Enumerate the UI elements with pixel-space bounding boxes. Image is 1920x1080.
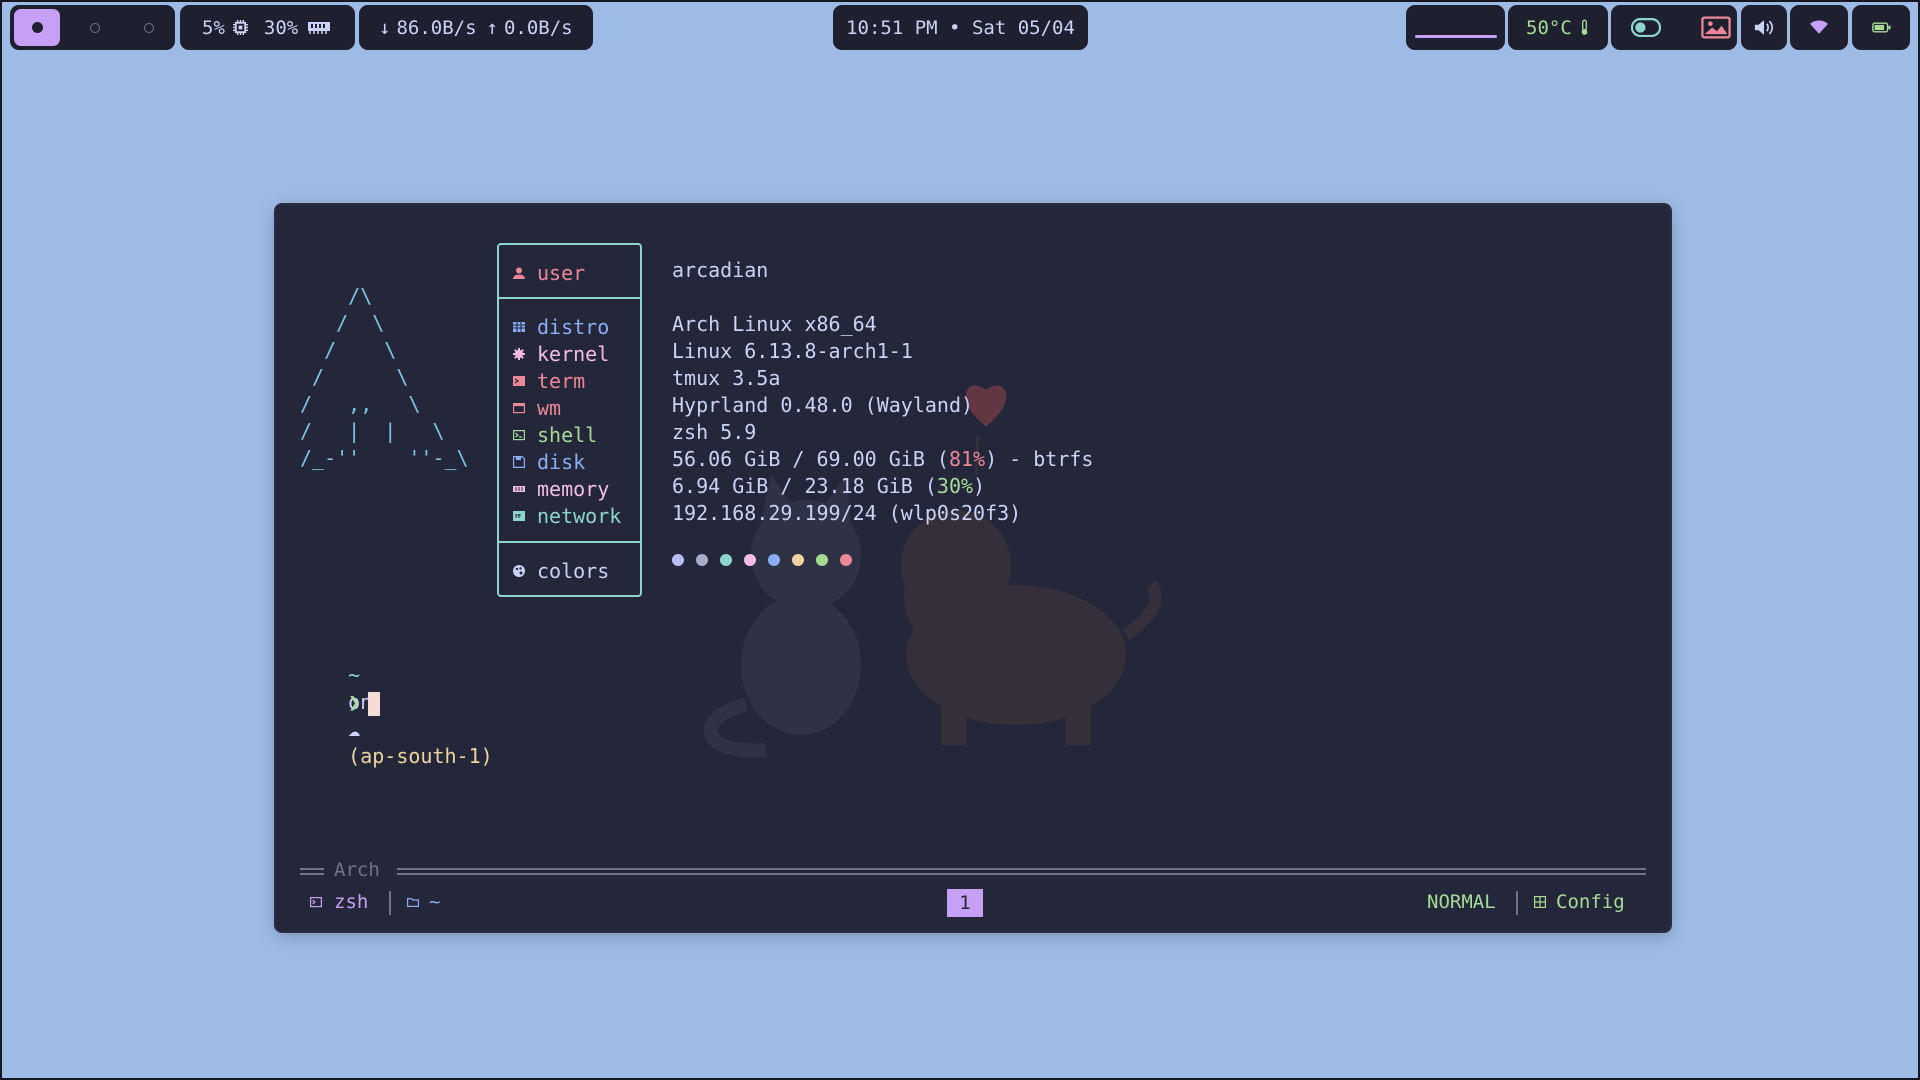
mode-indicator: NORMAL [1427, 891, 1496, 913]
tab-1[interactable]: 1 [947, 889, 983, 917]
network-icon [513, 510, 525, 521]
wifi-icon [1810, 20, 1828, 34]
label-disk: disk [513, 448, 585, 475]
terminal-icon [513, 375, 525, 386]
label-user: user [513, 259, 585, 286]
folder-icon [407, 898, 419, 907]
shell-icon [513, 429, 525, 440]
label-wm: wm [513, 394, 561, 421]
value-network: 192.168.29.199/24 (wlp0s20f3) [672, 501, 1022, 525]
memory-icon [308, 22, 331, 34]
gear-icon [513, 347, 525, 360]
aws-region: (ap-south-1) [348, 744, 493, 768]
palette-swatch [792, 554, 804, 566]
palette-swatch [840, 554, 852, 566]
distro-icon [513, 321, 525, 332]
palette-swatch [672, 554, 684, 566]
value-term: tmux 3.5a [672, 366, 781, 390]
disk-percent: 81% [948, 447, 986, 471]
label-kernel: kernel [513, 340, 609, 367]
value-shell: zsh 5.9 [672, 420, 757, 444]
value-kernel: Linux 6.13.8-arch1-1 [672, 339, 913, 363]
palette-swatch [768, 554, 780, 566]
config-icon [1534, 896, 1546, 908]
prompt-symbol: ❯ [348, 690, 361, 714]
disk-icon [513, 455, 525, 468]
workspace-1-button[interactable] [14, 9, 60, 46]
text-cursor [368, 691, 381, 716]
input-line[interactable]: ❯ [300, 662, 381, 716]
memory-icon [513, 485, 525, 492]
label-memory: memory [513, 475, 609, 502]
arch-ascii-logo: /\ / \ / \ / \ / ,, \ / | | \ /_-'' ''-_… [300, 284, 469, 470]
user-icon [513, 267, 525, 279]
label-network: network [513, 502, 621, 529]
workspaces [10, 5, 175, 50]
pane-title: Arch [334, 859, 380, 881]
upload-icon: ↑ [486, 16, 498, 39]
cpu-usage: 5% [202, 16, 225, 39]
status-path[interactable]: ~ [407, 887, 440, 917]
label-colors: colors [513, 557, 609, 584]
media-player[interactable] [1406, 5, 1505, 50]
value-user: arcadian [672, 258, 769, 282]
palette-swatch [744, 554, 756, 566]
pane-frame: Arch [300, 859, 1646, 882]
palette-swatch [720, 554, 732, 566]
battery[interactable] [1852, 5, 1910, 50]
idle-inhibitor[interactable] [1611, 5, 1737, 50]
media-progress-bar [1414, 35, 1497, 38]
label-distro: distro [513, 313, 609, 340]
label-term: term [513, 367, 585, 394]
memory-percent: 30% [936, 474, 974, 498]
download-icon: ↓ [379, 16, 391, 39]
wifi[interactable] [1790, 5, 1848, 50]
prompt-line: ~ on ☁ (ap-south-1) [300, 635, 493, 768]
toggle-icon [1631, 18, 1661, 37]
workspace-3-button[interactable] [144, 22, 154, 33]
config-button[interactable]: Config [1534, 887, 1625, 917]
value-wm: Hyprland 0.48.0 (Wayland) [672, 393, 974, 417]
ram-usage: 30% [263, 16, 299, 39]
system-usage[interactable]: 5% 30% [180, 5, 355, 50]
palette-swatch [816, 554, 828, 566]
thermometer-icon [1581, 19, 1588, 35]
status-shell[interactable]: zsh [310, 887, 368, 917]
value-disk: 56.06 GiB / 69.00 GiB (81%) - btrfs [672, 447, 1094, 471]
volume-icon [1754, 20, 1773, 35]
palette-icon [513, 564, 525, 577]
battery-icon [1871, 22, 1891, 33]
cpu-icon [232, 20, 248, 35]
clock[interactable]: 10:51 PM • Sat 05/04 [833, 5, 1088, 50]
shell-icon [310, 897, 322, 908]
upload-speed: 0.0B/s [503, 16, 573, 39]
clock-text: 10:51 PM • Sat 05/04 [846, 16, 1075, 39]
value-distro: Arch Linux x86_64 [672, 312, 877, 336]
fetch-labels-box: user distro kernel term wm shell disk me… [497, 243, 642, 597]
temperature[interactable]: 50°C [1508, 5, 1608, 50]
workspace-2-button[interactable] [90, 22, 100, 33]
label-shell: shell [513, 421, 597, 448]
download-speed: 86.0B/s [396, 16, 477, 39]
volume[interactable] [1741, 5, 1787, 50]
color-palette [672, 554, 852, 566]
terminal-window[interactable]: /\ / \ / \ / \ / ,, \ / | | \ /_-'' ''-_… [276, 205, 1670, 931]
value-memory: 6.94 GiB / 23.18 GiB (30%) [672, 474, 986, 498]
cloud-icon: ☁ [348, 717, 361, 741]
workspace-active-dot [31, 22, 43, 33]
window-icon [513, 402, 525, 413]
temperature-text: 50°C [1526, 16, 1572, 39]
status-bar: zsh ~ 1 NORMAL Config [276, 887, 1670, 917]
palette-swatch [696, 554, 708, 566]
wallpaper-icon[interactable] [1701, 16, 1731, 39]
network-speed[interactable]: ↓ 86.0B/s ↑ 0.0B/s [359, 5, 593, 50]
